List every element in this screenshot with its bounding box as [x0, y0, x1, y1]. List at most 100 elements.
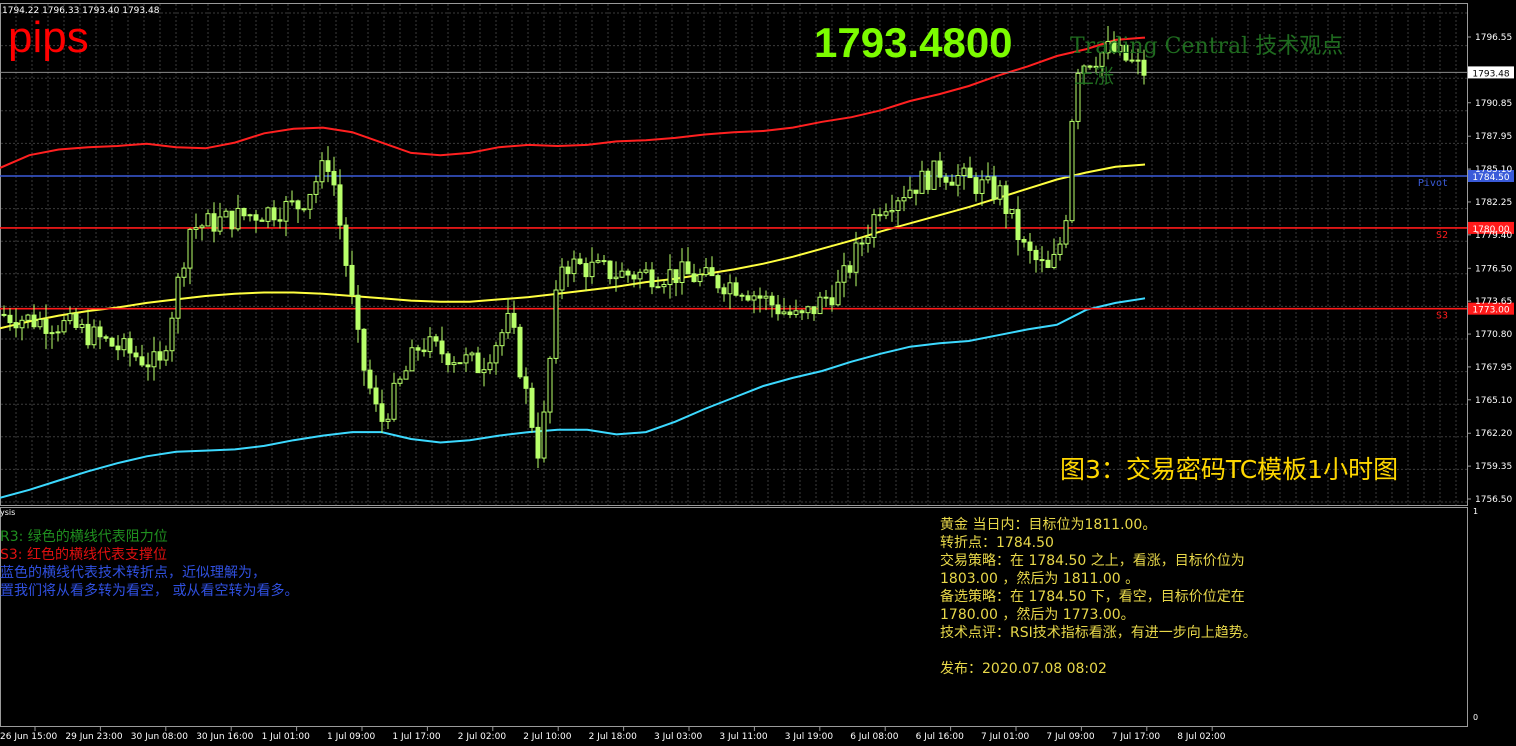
candle-body [919, 170, 925, 194]
candle-body [937, 160, 943, 178]
level-s3-name: S3 [1436, 311, 1448, 322]
candle-body [697, 274, 703, 283]
candle-body [85, 323, 91, 346]
candle-body [907, 189, 913, 199]
level-lines: Pivot 1784.50S2 1780.00S3 1773.00 [0, 71, 1514, 322]
candle-body [433, 336, 439, 342]
candle-body [385, 418, 391, 422]
time-tick-label: 26 Jun 15:00 [0, 732, 57, 742]
candle-body [823, 296, 829, 299]
candle-body [445, 353, 451, 366]
candle-body [1027, 241, 1033, 251]
candle-body [313, 181, 319, 195]
candle-body [577, 258, 583, 265]
time-tick-label: 3 Jul 03:00 [654, 732, 703, 742]
candle-body [409, 347, 415, 372]
candle-body [121, 338, 127, 351]
candle-body [991, 176, 997, 200]
candle-body [751, 295, 757, 301]
candle-body [169, 317, 175, 352]
candle-body [223, 210, 229, 218]
candle-body [151, 351, 157, 368]
indicator-panel-label: ysis [0, 508, 16, 517]
candle-body [67, 313, 73, 322]
candle-body [571, 258, 577, 275]
candle-body [7, 314, 13, 324]
candle-body [457, 362, 463, 365]
candle-body [763, 295, 769, 299]
candle-body [655, 286, 661, 289]
candle-body [811, 306, 817, 315]
time-tick-label: 1 Jul 01:00 [262, 732, 311, 742]
candle-body [853, 242, 859, 273]
candle-body [157, 351, 163, 361]
candle-body [463, 354, 469, 364]
candle-body [799, 310, 805, 314]
candle-body [253, 214, 259, 221]
candle-body [865, 236, 871, 244]
analysis-line: 交易策略：在 1784.50 之上，看涨，目标价位为 [940, 553, 1245, 569]
candle-body [943, 176, 949, 183]
analysis-line: 备选策略：在 1784.50 下，看空，目标价位定在 [940, 589, 1245, 605]
candle-body [835, 281, 841, 306]
price-tick-label: 1767.95 [1475, 363, 1512, 373]
indicator-scale-top: 1 [1473, 507, 1479, 516]
candle-body [289, 200, 295, 203]
candle-body [1021, 239, 1027, 243]
candle-body [1015, 209, 1021, 241]
candle-body [709, 267, 715, 277]
candle-body [775, 304, 781, 315]
price-chart[interactable]: Pivot 1784.50S2 1780.00S3 1773.00 1796.5517… [0, 0, 1516, 746]
candle-body [877, 214, 883, 217]
candle-body [925, 170, 931, 190]
candle-body [49, 332, 55, 335]
candle-body [103, 336, 109, 339]
price-tick-label: 1790.85 [1475, 99, 1512, 109]
candle-body [25, 314, 31, 321]
candle-body [205, 213, 211, 227]
candle-body [493, 345, 499, 364]
chart-caption: 图3：交易密码TC模板1小时图 [1060, 455, 1399, 484]
candle-body [337, 184, 343, 226]
candle-body [817, 296, 823, 315]
analysis-line: 1803.00 ，然后为 1811.00 。 [940, 571, 1140, 587]
candle-body [487, 362, 493, 371]
candle-body [667, 269, 673, 286]
candle-body [589, 261, 595, 278]
candle-body [481, 369, 487, 374]
candle-body [127, 338, 133, 354]
candle-body [451, 362, 457, 366]
candle-body [241, 207, 247, 217]
candle-body [565, 266, 571, 275]
time-tick-label: 6 Jul 08:00 [850, 732, 899, 742]
candle-body [439, 340, 445, 355]
analysis-line: 黄金 当日内：目标位为1811.00。 [940, 517, 1157, 533]
candle-body [1009, 209, 1015, 215]
pips-label: pips [8, 13, 89, 62]
candle-body [985, 176, 991, 181]
candle-body [211, 213, 217, 232]
time-tick-label: 2 Jul 18:00 [589, 732, 638, 742]
candle-body [505, 312, 511, 334]
candle-body [517, 326, 523, 378]
candle-body [367, 369, 373, 389]
candle-body [301, 208, 307, 211]
candle-body [1069, 120, 1075, 222]
price-tick-label: 1770.80 [1475, 330, 1512, 340]
candle-body [643, 269, 649, 273]
candle-body [607, 260, 613, 280]
time-tick-label: 3 Jul 11:00 [719, 732, 768, 742]
candle-body [1039, 259, 1045, 262]
candle-body [553, 289, 559, 359]
candle-body [979, 179, 985, 194]
candle-body [931, 160, 937, 190]
analysis-line: 1780.00 ，然后为 1773.00。 [940, 607, 1135, 623]
time-tick-label: 29 Jun 23:00 [65, 732, 122, 742]
candle-body [283, 200, 289, 222]
candle-body [955, 175, 961, 186]
candle-body [601, 260, 607, 263]
candle-body [403, 370, 409, 380]
price-tick-label: 1782.25 [1475, 198, 1512, 208]
analysis-line: 发布：2020.07.08 08:02 [940, 661, 1107, 677]
candle-body [217, 216, 223, 232]
